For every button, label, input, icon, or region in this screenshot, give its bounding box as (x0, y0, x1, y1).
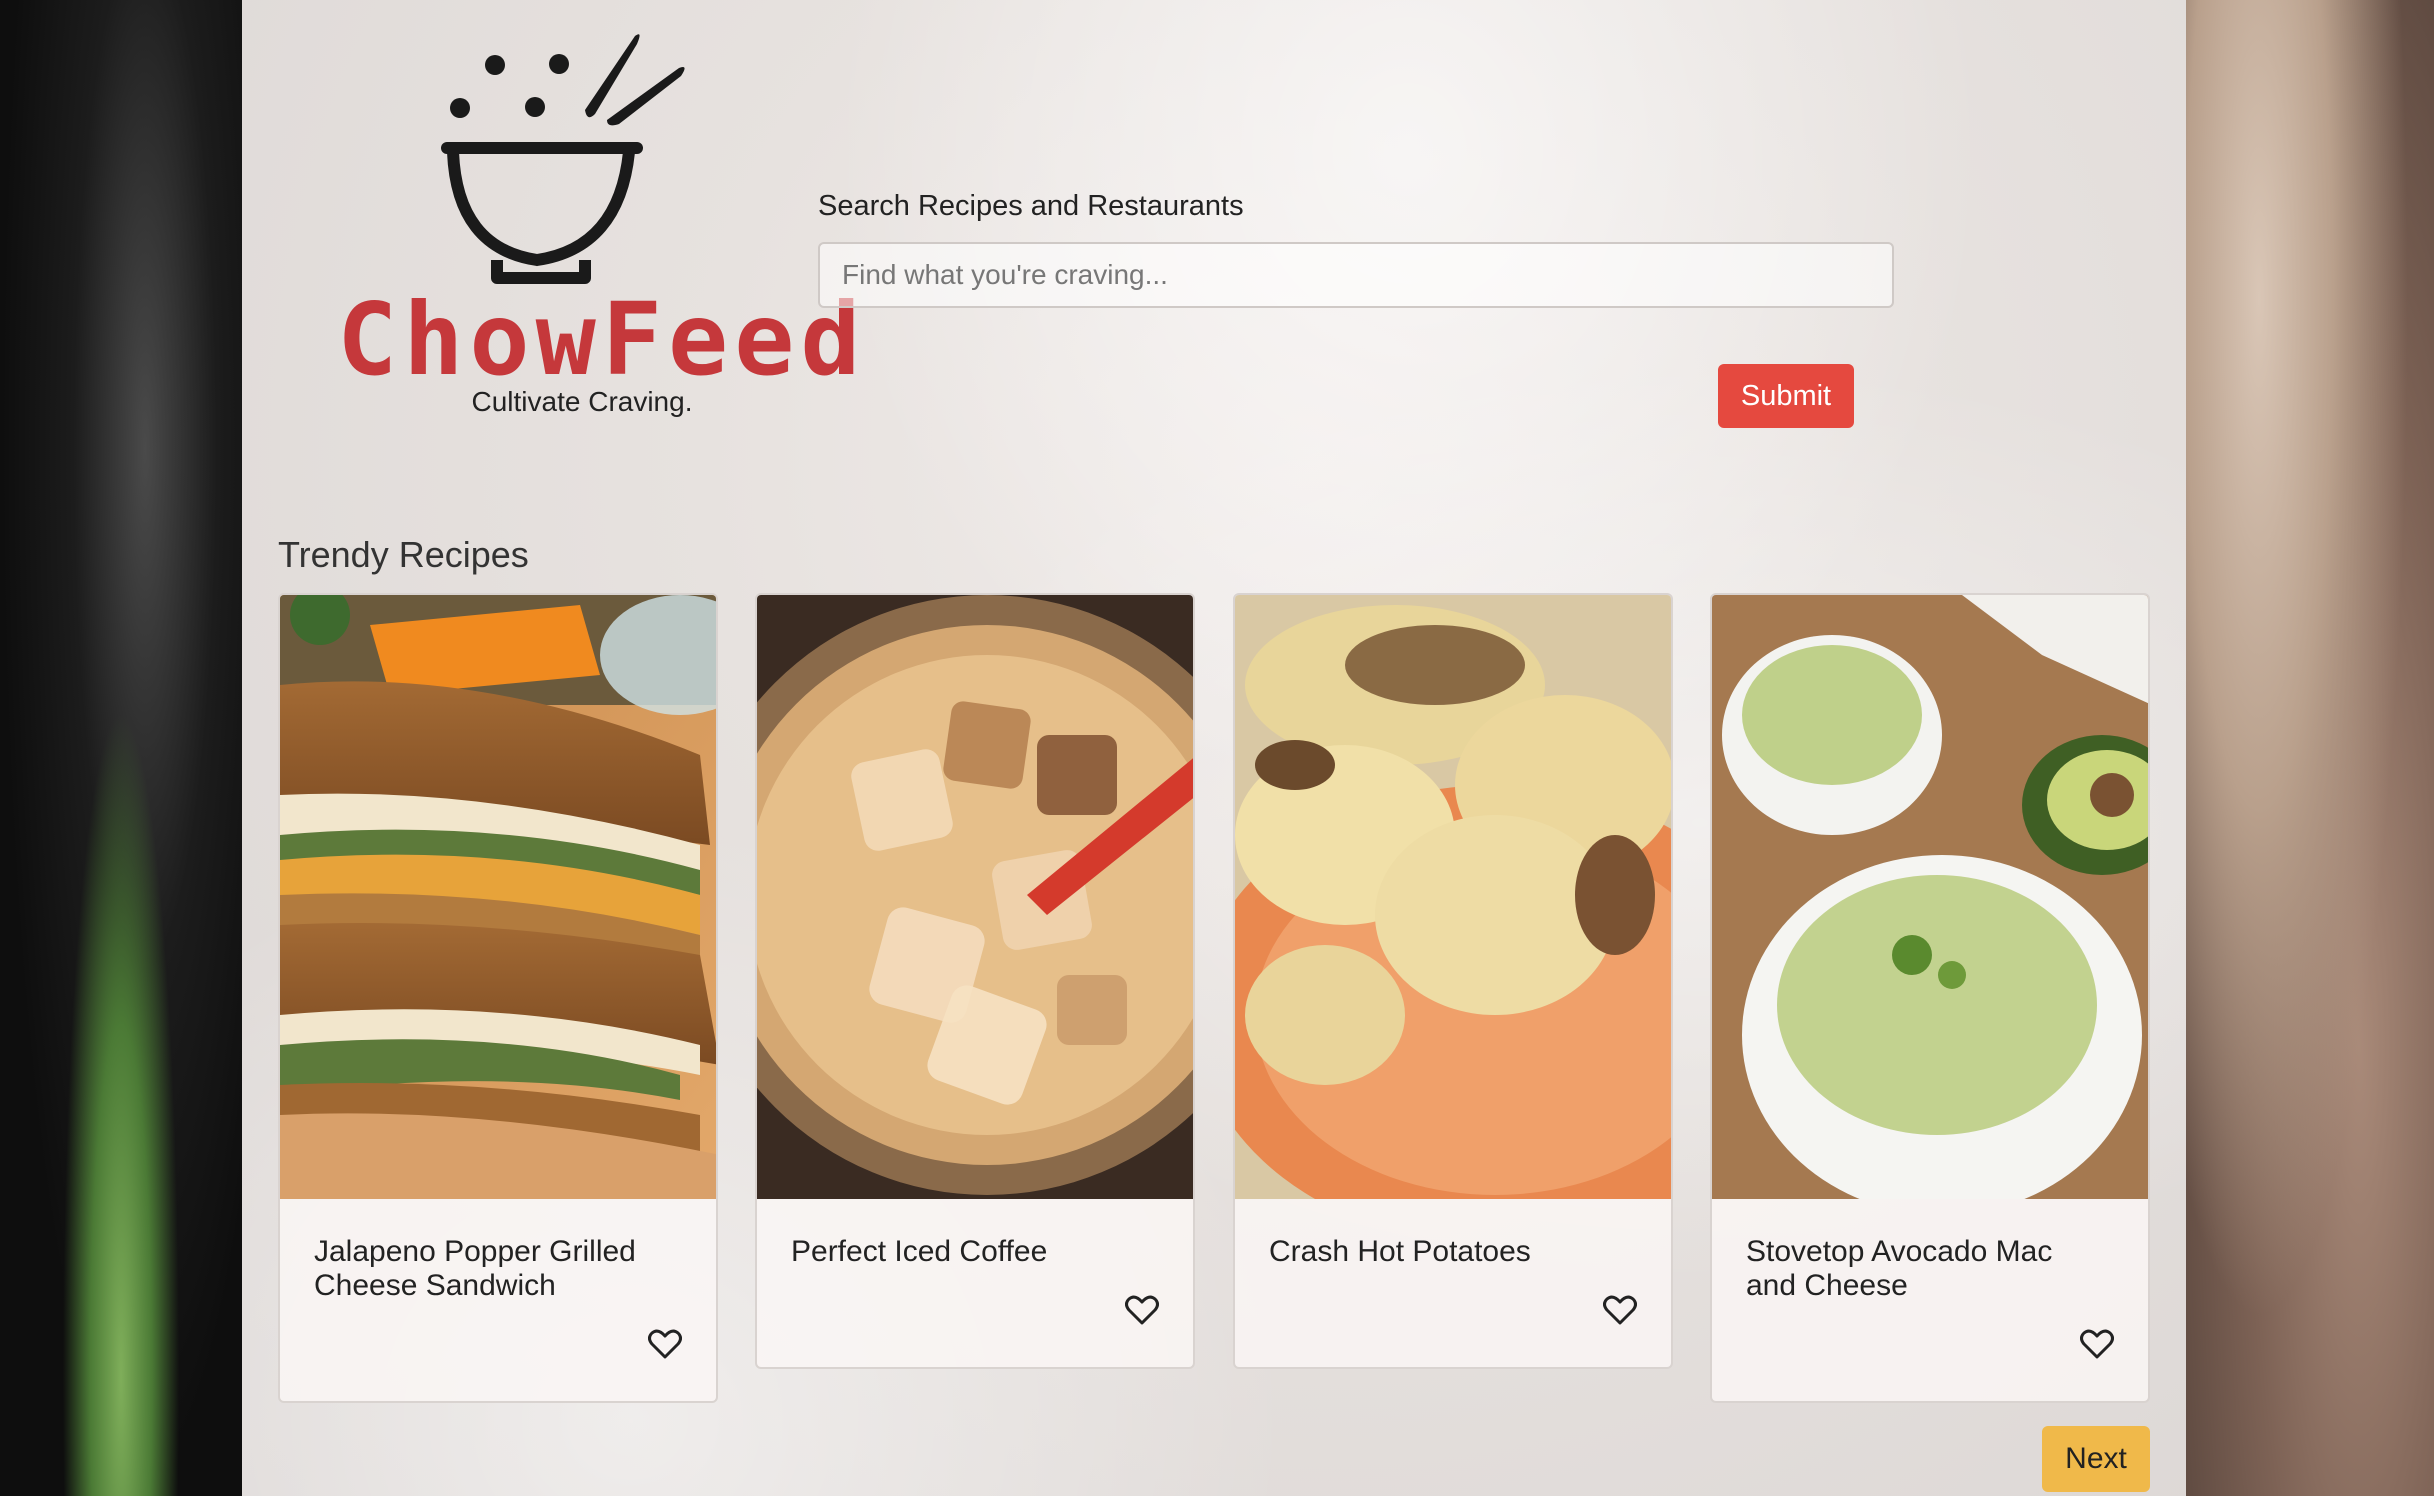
recipe-card[interactable]: Perfect Iced Coffee (755, 593, 1195, 1369)
background-photo-left (0, 0, 242, 1496)
submit-button[interactable]: Submit (1718, 364, 1854, 428)
main-container: ChowFeed Cultivate Craving. Search Recip… (242, 0, 2186, 1496)
recipe-card-title[interactable]: Stovetop Avocado Mac and Cheese (1746, 1235, 2106, 1303)
recipe-card-title[interactable]: Perfect Iced Coffee (791, 1235, 1151, 1269)
recipe-card-title[interactable]: Crash Hot Potatoes (1269, 1235, 1629, 1269)
recipe-card[interactable]: Stovetop Avocado Mac and Cheese (1710, 593, 2150, 1403)
heart-outline-icon[interactable] (1125, 1295, 1159, 1325)
heart-outline-icon[interactable] (2080, 1329, 2114, 1359)
recipe-card[interactable]: Jalapeno Popper Grilled Cheese Sandwich (278, 593, 718, 1403)
avocado-mac-photo[interactable] (1712, 595, 2148, 1199)
section-title-trendy-recipes: Trendy Recipes (278, 534, 529, 575)
brand-tagline: Cultivate Craving. (471, 386, 693, 417)
recipe-card-title[interactable]: Jalapeno Popper Grilled Cheese Sandwich (314, 1235, 674, 1303)
background-photo-right (2184, 0, 2434, 1496)
iced-coffee-photo[interactable] (757, 595, 1193, 1199)
heart-outline-icon[interactable] (648, 1329, 682, 1359)
search-input[interactable] (818, 242, 1894, 308)
search-label: Search Recipes and Restaurants (818, 190, 1244, 222)
next-button[interactable]: Next (2042, 1426, 2150, 1492)
heart-outline-icon[interactable] (1603, 1295, 1637, 1325)
grilled-cheese-photo[interactable] (280, 595, 716, 1199)
bowl-icon (441, 34, 685, 284)
brand-name: ChowFeed (337, 281, 867, 398)
crash-potatoes-photo[interactable] (1235, 595, 1671, 1199)
recipe-card[interactable]: Crash Hot Potatoes (1233, 593, 1673, 1369)
